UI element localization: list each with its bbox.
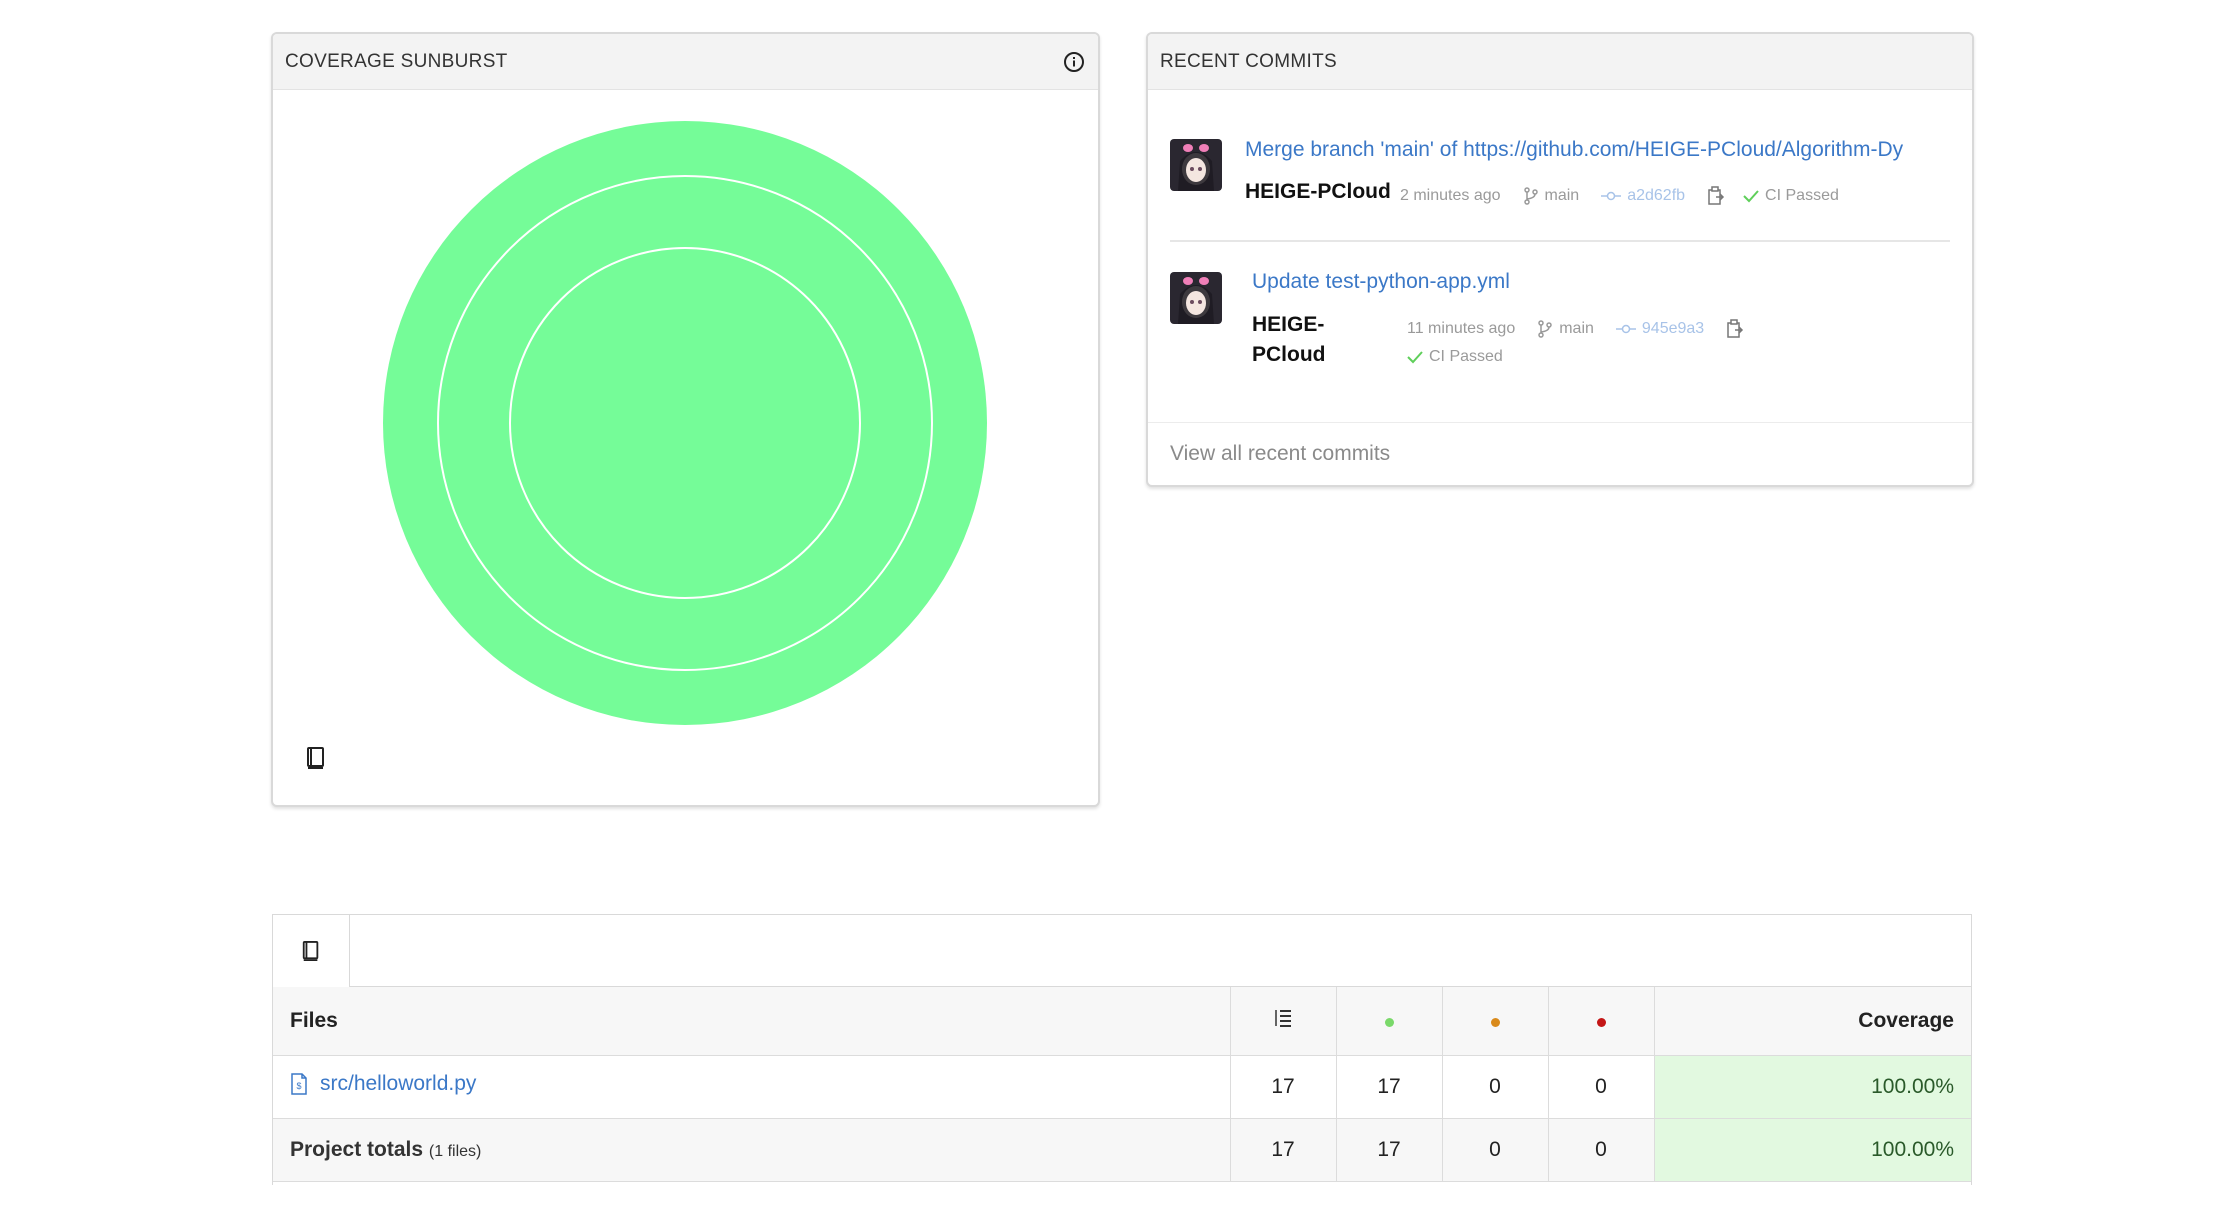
- cell-coverage: 100.00%: [1654, 1055, 1971, 1119]
- miss-dot-icon: [1596, 1017, 1606, 1027]
- commit-icon: [1615, 324, 1636, 334]
- cell-miss: 0: [1548, 1055, 1655, 1119]
- branch-icon: [1538, 320, 1552, 338]
- sunburst-svg[interactable]: [273, 90, 1100, 805]
- python-file-icon: $: [291, 1073, 307, 1095]
- info-icon[interactable]: [1062, 50, 1086, 74]
- svg-text:$: $: [296, 1081, 301, 1091]
- view-all-commits-link[interactable]: View all recent commits: [1148, 422, 1972, 485]
- commit-meta: 11 minutes ago main 945e9a3: [1407, 319, 1744, 339]
- ci-status: CI Passed: [1765, 187, 1839, 204]
- commit-author-line1: HEIGE-: [1252, 313, 1325, 336]
- commit-branch[interactable]: main: [1545, 187, 1580, 205]
- totals-row: Project totals (1 files) 17 17 0 0 100.0…: [273, 1118, 1971, 1182]
- commit-message-link[interactable]: Update test-python-app.yml: [1252, 270, 1510, 294]
- totals-coverage: 100.00%: [1654, 1118, 1971, 1182]
- check-icon: [1407, 351, 1423, 364]
- commit-divider: [1170, 240, 1950, 242]
- check-icon: [1743, 190, 1759, 203]
- commits-title: RECENT COMMITS: [1160, 50, 1337, 72]
- totals-hit: 17: [1336, 1118, 1443, 1182]
- partial-dot-icon: [1490, 1017, 1500, 1027]
- commit-author[interactable]: HEIGE-PCloud: [1245, 177, 1391, 207]
- tab-files[interactable]: [273, 915, 350, 987]
- totals-lines: 17: [1230, 1118, 1337, 1182]
- commit-icon: [1601, 191, 1622, 201]
- book-icon: [302, 941, 319, 961]
- totals-miss: 0: [1548, 1118, 1655, 1182]
- commit-ci: CI Passed: [1407, 348, 1503, 366]
- copy-icon[interactable]: [1726, 319, 1744, 339]
- sunburst-inner-ring[interactable]: [509, 247, 861, 599]
- recent-commits-panel: RECENT COMMITS Merge branch 'main' of ht…: [1146, 32, 1974, 487]
- commits-header: RECENT COMMITS: [1148, 34, 1972, 90]
- lines-list-icon: [1275, 1009, 1291, 1027]
- header-files[interactable]: Files: [273, 987, 1231, 1056]
- coverage-table: Files Coverage $ src/helloworld.py 17 17…: [273, 987, 1971, 1182]
- commit-meta: 2 minutes ago main a2d62fb CI Passed: [1400, 186, 1839, 206]
- ci-status: CI Passed: [1429, 348, 1503, 365]
- table-row: $ src/helloworld.py 17 17 0 0 100.00%: [273, 1055, 1971, 1119]
- commit-author[interactable]: HEIGE- PCloud: [1252, 310, 1326, 370]
- commit-time: 2 minutes ago: [1400, 187, 1501, 204]
- header-coverage[interactable]: Coverage: [1654, 987, 1971, 1056]
- branch-icon: [1523, 187, 1538, 205]
- coverage-sunburst-panel: COVERAGE SUNBURST: [271, 32, 1100, 807]
- book-icon[interactable]: [305, 746, 327, 770]
- header-partial[interactable]: [1442, 987, 1549, 1056]
- totals-partial: 0: [1442, 1118, 1549, 1182]
- commit-sha-link[interactable]: a2d62fb: [1627, 187, 1685, 205]
- coverage-table-panel: Files Coverage $ src/helloworld.py 17 17…: [272, 914, 1972, 1185]
- table-header-row: Files Coverage: [273, 987, 1971, 1056]
- totals-label: Project totals: [290, 1137, 424, 1161]
- cell-lines: 17: [1230, 1055, 1337, 1119]
- commit-sha-link[interactable]: 945e9a3: [1642, 320, 1704, 338]
- totals-label-cell: Project totals (1 files): [273, 1118, 1231, 1182]
- file-cell: $ src/helloworld.py: [273, 1055, 1231, 1119]
- commit-author-line2: PCloud: [1252, 343, 1326, 366]
- sunburst-chart[interactable]: [273, 90, 1098, 805]
- header-lines[interactable]: [1230, 987, 1337, 1056]
- header-hit[interactable]: [1336, 987, 1443, 1056]
- hit-dot-icon: [1384, 1017, 1394, 1027]
- avatar[interactable]: [1170, 139, 1222, 191]
- sunburst-header: COVERAGE SUNBURST: [273, 34, 1098, 90]
- cell-hit: 17: [1336, 1055, 1443, 1119]
- commit-message-link[interactable]: Merge branch 'main' of https://github.co…: [1245, 138, 1905, 162]
- totals-files-note: (1 files): [428, 1142, 482, 1160]
- commit-time: 11 minutes ago: [1407, 320, 1516, 337]
- header-miss[interactable]: [1548, 987, 1655, 1056]
- file-name[interactable]: src/helloworld.py: [320, 1072, 476, 1096]
- commit-branch[interactable]: main: [1559, 320, 1594, 338]
- copy-icon[interactable]: [1707, 186, 1725, 206]
- table-tab-strip: [273, 915, 1971, 987]
- file-link[interactable]: $ src/helloworld.py: [290, 1072, 476, 1096]
- avatar[interactable]: [1170, 272, 1222, 324]
- sunburst-title: COVERAGE SUNBURST: [285, 50, 508, 72]
- cell-partial: 0: [1442, 1055, 1549, 1119]
